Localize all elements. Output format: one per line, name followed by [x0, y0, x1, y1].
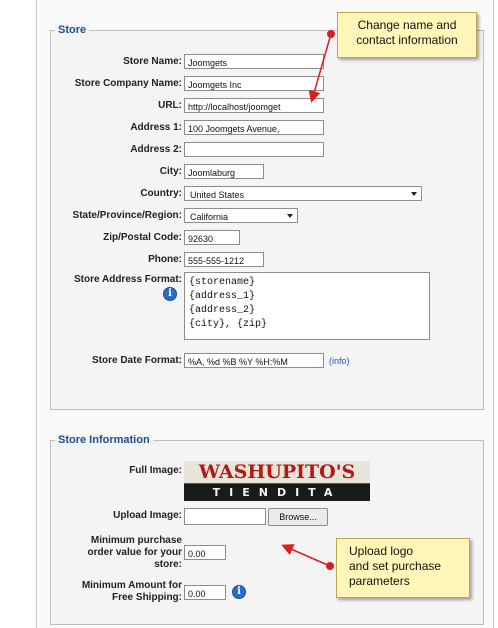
url-label: URL:: [158, 100, 182, 111]
logo-line1: WASHUPITO'S: [184, 461, 370, 483]
min-free-shipping-label: Minimum Amount for Free Shipping:: [81, 580, 182, 603]
callout-top: Change name and contact information: [337, 12, 477, 58]
address1-input[interactable]: 100 Joomgets Avenue,: [184, 120, 324, 135]
info-icon[interactable]: i: [163, 287, 177, 301]
address-format-textarea[interactable]: {storename} {address_1} {address_2} {cit…: [184, 272, 430, 340]
zip-input[interactable]: 92630: [184, 230, 240, 245]
city-label: City:: [159, 166, 182, 177]
date-format-input[interactable]: %A, %d %B %Y %H:%M: [184, 353, 324, 368]
store-logo-image: WASHUPITO'S TIENDITA: [184, 461, 370, 501]
min-free-shipping-input[interactable]: 0.00: [184, 585, 226, 600]
phone-input[interactable]: 555-555-1212: [184, 252, 264, 267]
store-legend: Store: [55, 24, 90, 36]
address2-input[interactable]: [184, 142, 324, 157]
address-format-line: {address_1}: [189, 291, 256, 302]
min-order-label: Minimum purchase order value for your st…: [87, 535, 182, 570]
country-select-value: United States: [190, 190, 245, 200]
upload-image-input[interactable]: [184, 508, 266, 525]
country-label: Country:: [140, 188, 182, 199]
address-format-label: Store Address Format:: [74, 274, 182, 285]
address1-label: Address 1:: [130, 122, 182, 133]
chevron-down-icon: [411, 192, 417, 196]
address2-label: Address 2:: [130, 144, 182, 155]
address-format-line: {storename}: [189, 277, 256, 288]
callout-bottom-line2: and set purchase parameters: [349, 559, 442, 588]
country-select[interactable]: United States: [184, 186, 422, 201]
url-input[interactable]: http://localhost/joomget: [184, 98, 324, 113]
min-order-input[interactable]: 0.00: [184, 545, 226, 560]
store-info-legend: Store Information: [55, 434, 153, 446]
state-select[interactable]: California: [184, 208, 298, 223]
company-name-input[interactable]: Joomgets Inc: [184, 76, 324, 91]
info-icon[interactable]: i: [232, 585, 246, 599]
upload-image-label: Upload Image:: [113, 510, 182, 521]
address-format-line: {address_2}: [189, 305, 256, 316]
callout-top-text: Change name and contact information: [356, 18, 458, 47]
full-image-label: Full Image:: [129, 465, 182, 476]
logo-line2: TIENDITA: [184, 484, 370, 501]
state-label: State/Province/Region:: [72, 210, 182, 221]
store-name-label: Store Name:: [123, 56, 182, 67]
zip-label: Zip/Postal Code:: [103, 232, 182, 243]
address-format-line: {city}, {zip}: [189, 319, 268, 330]
callout-bottom-line1: Upload logo: [349, 544, 414, 558]
date-format-info-link[interactable]: (info): [329, 356, 350, 366]
chevron-down-icon: [287, 214, 293, 218]
phone-label: Phone:: [148, 254, 182, 265]
callout-bottom: Upload logo and set purchase parameters: [336, 538, 470, 598]
city-input[interactable]: Joomlaburg: [184, 164, 264, 179]
browse-button[interactable]: Browse...: [268, 508, 328, 526]
company-name-label: Store Company Name:: [74, 78, 182, 89]
state-select-value: California: [190, 212, 229, 222]
date-format-label: Store Date Format:: [91, 355, 182, 366]
store-name-input[interactable]: Joomgets: [184, 54, 324, 69]
